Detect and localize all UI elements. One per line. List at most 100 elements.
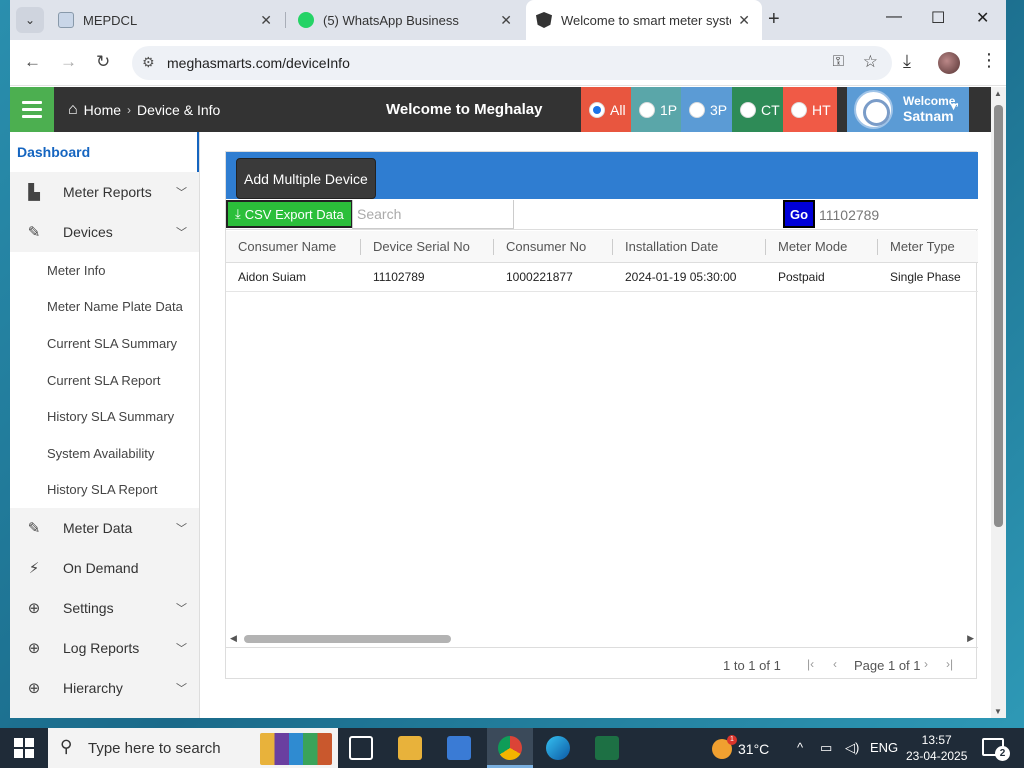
taskbar-chrome-active[interactable] [487,728,533,768]
language-indicator[interactable]: ENG [870,740,898,755]
sidebar-item-meter-reports[interactable]: ▙ Meter Reports ﹀ [10,172,199,212]
column-header-consumer-name[interactable]: Consumer Name [226,231,361,262]
search-input[interactable] [352,200,514,229]
scroll-left-icon[interactable]: ◀ [230,633,237,644]
sidebar-subitem-history-sla-report[interactable]: History SLA Report [10,471,199,509]
close-icon[interactable]: ✕ [500,12,512,29]
filter-ct[interactable]: CT [732,87,783,132]
minimize-icon[interactable]: — [886,8,902,26]
close-window-icon[interactable]: ✕ [976,8,989,28]
tab-smart-meter[interactable]: Welcome to smart meter systen ✕ [526,0,762,40]
radio-all[interactable] [589,101,605,118]
system-clock[interactable]: 13:57 23-04-2025 [906,732,967,764]
chevron-down-icon: ﹀ [176,187,187,199]
windows-start-icon[interactable] [14,738,34,758]
caret-down-icon[interactable]: ▼ [948,101,959,113]
sidebar-subitem-current-sla-report[interactable]: Current SLA Report [10,361,199,399]
bookmark-star-icon[interactable]: ☆ [863,52,878,72]
column-header-installation-date[interactable]: Installation Date [613,231,766,262]
download-icon[interactable]: ⤓ [903,51,911,72]
back-icon[interactable]: ← [24,52,41,72]
user-menu[interactable]: Welcome, Satnam ▼ [847,87,969,132]
more-menu-icon[interactable]: ⋮ [980,50,998,71]
radio-ht[interactable] [791,101,807,118]
csv-export-button[interactable]: ⤓ CSV Export Data [226,200,353,228]
profile-avatar[interactable] [938,52,960,74]
weather-widget[interactable]: 1 31°C [712,735,769,759]
notification-count: 2 [995,746,1010,761]
radio-ct[interactable] [740,101,756,118]
sidebar-subitem-system-availability[interactable]: System Availability [10,434,199,472]
tab-label: (5) WhatsApp Business [323,12,459,28]
table-row[interactable]: Aidon Suiam 11102789 1000221877 2024-01-… [226,263,978,292]
sidebar-subitem-meter-info[interactable]: Meter Info [10,252,199,289]
radio-3p[interactable] [689,101,705,118]
filter-3p[interactable]: 3P [681,87,732,132]
prev-page-icon[interactable]: ‹ [833,657,837,671]
sidebar-subitem-current-sla-summary[interactable]: Current SLA Summary [10,325,199,362]
pager-summary: 1 to 1 of 1 [723,658,781,673]
filter-1p[interactable]: 1P [631,87,681,132]
excel-icon[interactable] [595,736,619,760]
close-icon[interactable]: ✕ [738,12,750,29]
scroll-right-icon[interactable]: ▶ [967,633,974,644]
sidebar-item-hierarchy[interactable]: ⊕ Hierarchy ﹀ [10,668,199,708]
edge-icon[interactable] [546,736,570,760]
chevron-up-icon[interactable]: ^ [797,740,803,755]
filter-all[interactable]: All [581,87,631,132]
taskbar-search[interactable]: ⚲ Type here to search [48,728,338,768]
tab-search-button[interactable]: ⌄ [16,7,44,33]
serial-number-input[interactable] [815,200,977,229]
sidebar-subitem-history-sla-summary[interactable]: History SLA Summary [10,398,199,435]
breadcrumb-home[interactable]: Home [84,102,121,118]
scroll-up-icon[interactable]: ▲ [994,89,1002,98]
breadcrumb-current: Device & Info [137,102,221,118]
microsoft-store-icon[interactable] [447,736,471,760]
task-view-icon[interactable] [349,736,373,760]
tab-whatsapp[interactable]: (5) WhatsApp Business ✕ [288,0,524,40]
sidebar-item-log-reports[interactable]: ⊕ Log Reports ﹀ [10,628,199,668]
column-header-meter-type[interactable]: Meter Type [878,231,978,262]
forward-icon[interactable]: → [60,52,77,72]
next-page-icon[interactable]: › [924,657,928,671]
app-header: ⌂ Home › Device & Info Welcome to Meghal… [10,87,991,132]
sidebar-item-on-demand[interactable]: ⚡ On Demand [10,548,199,588]
hamburger-menu-icon[interactable] [10,87,54,132]
home-icon[interactable]: ⌂ [68,101,78,119]
volume-icon[interactable]: ◁) [845,740,859,756]
close-icon[interactable]: ✕ [260,12,272,29]
sidebar-item-settings[interactable]: ⊕ Settings ﹀ [10,588,199,628]
url-text[interactable]: meghasmarts.com/deviceInfo [167,55,350,71]
omnibox[interactable]: ⚙ meghasmarts.com/deviceInfo ⚿ ☆ [132,46,892,80]
sidebar-item-devices[interactable]: ✎ Devices ﹀ [10,212,199,252]
first-page-icon[interactable]: |‹ [807,657,814,671]
sidebar-item-meter-data[interactable]: ✎ Meter Data ﹀ [10,508,199,548]
column-header-device-serial[interactable]: Device Serial No [361,231,494,262]
scrollbar-thumb[interactable] [994,105,1003,527]
scroll-down-icon[interactable]: ▼ [994,707,1002,716]
column-header-consumer-no[interactable]: Consumer No [494,231,613,262]
column-header-meter-mode[interactable]: Meter Mode [766,231,878,262]
go-button[interactable]: Go [783,200,815,228]
last-page-icon[interactable]: ›| [946,657,953,671]
books-illustration-icon [260,733,332,765]
network-icon[interactable]: ▭ [820,740,832,756]
sidebar-item-label: Hierarchy [63,680,123,697]
notification-center-icon[interactable]: 2 [982,738,1010,761]
vertical-scrollbar[interactable]: ▲ ▼ [991,87,1006,718]
horizontal-scrollbar[interactable]: ◀ ▶ [226,631,978,647]
radio-1p[interactable] [639,101,655,118]
taskbar-search-text[interactable]: Type here to search [88,740,221,757]
key-icon[interactable]: ⚿ [833,53,844,70]
filter-ht[interactable]: HT [783,87,837,132]
scrollbar-thumb[interactable] [244,635,451,643]
new-tab-icon[interactable]: + [768,8,780,31]
maximize-icon[interactable]: ☐ [931,8,945,28]
reload-icon[interactable]: ↻ [96,52,110,72]
site-info-icon[interactable]: ⚙ [142,54,155,71]
file-explorer-icon[interactable] [398,736,422,760]
add-multiple-device-button[interactable]: Add Multiple Device [236,158,376,199]
sidebar-subitem-name-plate[interactable]: Meter Name Plate Data [10,288,199,326]
sidebar-item-dashboard[interactable]: Dashboard [10,132,199,172]
tab-mepdcl[interactable]: MEPDCL ✕ [48,0,284,40]
